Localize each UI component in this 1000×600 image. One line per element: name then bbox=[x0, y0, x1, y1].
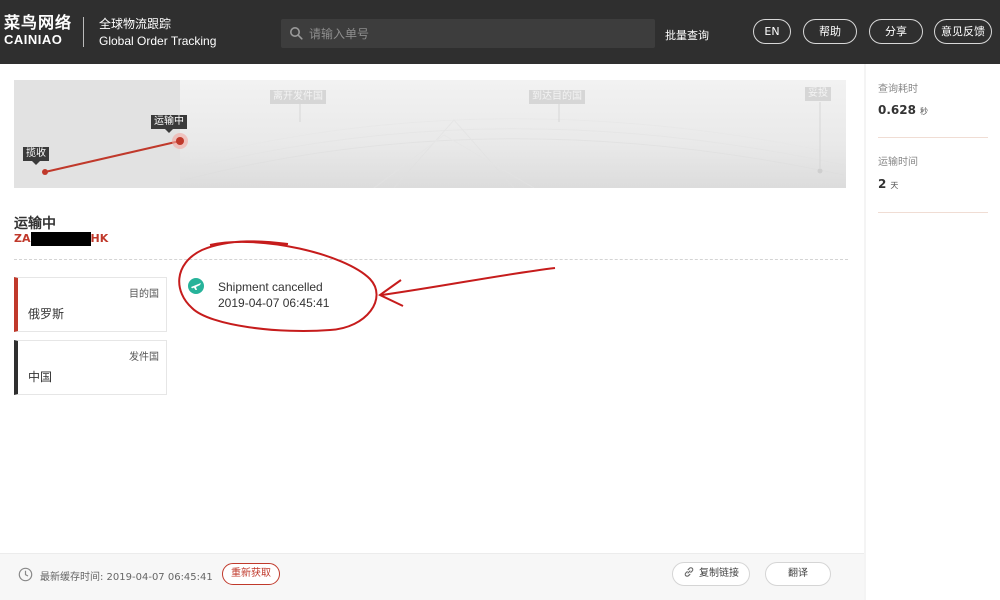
hand-drawn-annotation bbox=[178, 240, 556, 333]
annotation-arrow-shaft bbox=[381, 267, 556, 296]
feedback-button[interactable]: 意见反馈 bbox=[934, 19, 992, 44]
route-point-current[interactable] bbox=[176, 137, 184, 145]
side-divider bbox=[878, 137, 988, 138]
link-icon bbox=[684, 567, 694, 577]
transit-time-label: 运输时间 bbox=[878, 157, 918, 168]
transit-time-number: 2 bbox=[878, 177, 887, 191]
route-progress-line bbox=[44, 140, 181, 173]
product-title-en: Global Order Tracking bbox=[99, 34, 217, 48]
cainiao-logo[interactable]: 菜鸟网络 CAINIAO bbox=[4, 14, 76, 48]
search-icon[interactable] bbox=[289, 26, 303, 40]
brand-divider bbox=[83, 17, 84, 47]
copy-link-button[interactable]: 复制链接 bbox=[672, 562, 750, 586]
stats-side-panel: 查询耗时 0.628 秒 运输时间 2天 bbox=[866, 64, 1000, 600]
origin-country-card: 发件国 中国 bbox=[14, 340, 167, 395]
route-grid-lines bbox=[183, 118, 845, 188]
side-divider bbox=[878, 212, 988, 213]
destination-country-label: 目的国 bbox=[129, 289, 159, 300]
tracking-number[interactable]: ZA HK bbox=[14, 232, 108, 247]
shipment-status: 运输中 bbox=[14, 216, 56, 232]
transit-time-unit: 天 bbox=[890, 181, 899, 190]
tracking-number-prefix: ZA bbox=[14, 232, 31, 245]
origin-country-label: 发件国 bbox=[129, 352, 159, 363]
transit-time-value: 2天 bbox=[878, 177, 898, 191]
route-stage-pickup: 揽收 bbox=[23, 147, 49, 165]
batch-query-link[interactable]: 批量查询 bbox=[665, 27, 709, 43]
tracking-number-suffix: HK bbox=[90, 232, 109, 245]
product-title-cn: 全球物流跟踪 bbox=[99, 17, 172, 31]
translate-button[interactable]: 翻译 bbox=[765, 562, 831, 586]
page-footer-bar: 最新缓存时间: 2019-04-07 06:45:41 重新获取 复制链接 翻译 bbox=[0, 553, 864, 600]
route-stage-delivered: 妥投 bbox=[805, 87, 831, 101]
route-stage-in-transit: 运输中 bbox=[151, 115, 187, 133]
query-time-value: 0.628 秒 bbox=[878, 103, 928, 117]
brand-name-cn: 菜鸟网络 bbox=[4, 13, 73, 32]
tracking-search-box bbox=[281, 19, 655, 48]
destination-country-value: 俄罗斯 bbox=[28, 307, 65, 321]
cache-time-text: 最新缓存时间: 2019-04-07 06:45:41 bbox=[40, 572, 213, 583]
route-point-delivered bbox=[817, 168, 823, 174]
refresh-button[interactable]: 重新获取 bbox=[222, 563, 280, 585]
route-map: 揽收 运输中 离开发件国 到达目的国 妥投 bbox=[14, 80, 846, 188]
origin-country-value: 中国 bbox=[28, 370, 53, 384]
tracking-number-input[interactable] bbox=[309, 19, 649, 48]
brand-name-en: CAINIAO bbox=[4, 32, 63, 47]
tracking-main-panel: 揽收 运输中 离开发件国 到达目的国 妥投 运输中 ZA HK 目的国 俄罗斯 发… bbox=[0, 64, 864, 600]
product-title: 全球物流跟踪 Global Order Tracking bbox=[99, 16, 216, 49]
tracking-number-redaction bbox=[30, 232, 91, 246]
top-navigation-bar: 菜鸟网络 CAINIAO 全球物流跟踪 Global Order Trackin… bbox=[0, 0, 1000, 64]
destination-country-card: 目的国 俄罗斯 bbox=[14, 277, 167, 332]
annotation-circle bbox=[178, 240, 378, 333]
route-stage-departed-origin: 离开发件国 bbox=[270, 90, 326, 104]
share-button[interactable]: 分享 bbox=[869, 19, 923, 44]
query-time-unit: 秒 bbox=[919, 107, 928, 116]
clock-icon bbox=[18, 567, 33, 582]
query-time-label: 查询耗时 bbox=[878, 84, 918, 95]
language-button[interactable]: EN bbox=[753, 19, 791, 44]
route-point-pickup[interactable] bbox=[42, 169, 48, 175]
query-time-number: 0.628 bbox=[878, 103, 916, 117]
help-button[interactable]: 帮助 bbox=[803, 19, 857, 44]
route-map-graphic bbox=[42, 102, 845, 188]
copy-link-label: 复制链接 bbox=[699, 568, 739, 579]
route-stage-arrived-destination: 到达目的国 bbox=[529, 90, 585, 104]
